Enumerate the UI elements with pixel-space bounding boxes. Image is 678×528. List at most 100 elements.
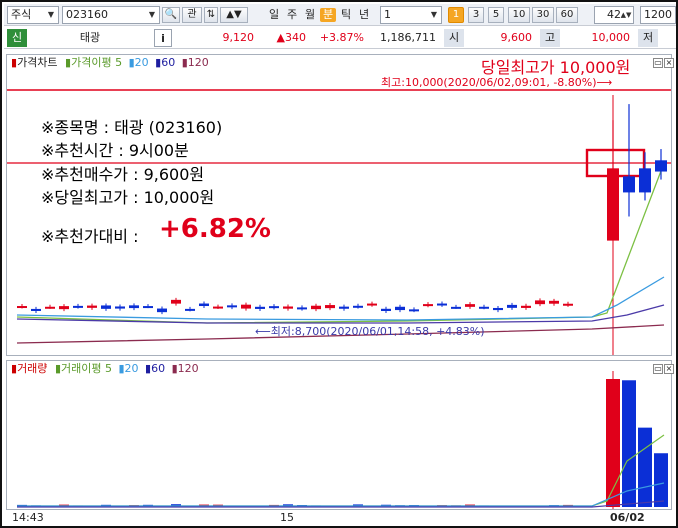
volume-value: 1,186,711 <box>380 31 436 44</box>
max-count-value: 1200 <box>644 8 672 21</box>
volume-chart-panel: ▮거래량 ▮거래이평 5 ▮20 ▮60 ▮120 ▭ × <box>6 360 674 510</box>
candle-body <box>607 168 619 241</box>
code-input[interactable]: 023160 ▼ <box>62 6 160 24</box>
count-stepper-value: 42 <box>607 8 621 21</box>
minute-1-button[interactable]: 1 <box>448 7 464 23</box>
price-change: ▲340 <box>276 31 306 44</box>
high-label: 고 <box>540 29 560 47</box>
minute-5-button[interactable]: 5 <box>488 7 504 23</box>
history-candle <box>101 305 111 309</box>
market-select[interactable]: 주식 ▼ <box>7 6 59 24</box>
history-candle <box>325 305 335 309</box>
open-label: 시 <box>444 29 464 47</box>
search-icon[interactable]: 🔍 <box>162 7 180 23</box>
volume-chart-svg <box>17 371 668 509</box>
history-candle <box>409 309 419 312</box>
current-price: 9,120 <box>222 31 255 44</box>
minute-3-button[interactable]: 3 <box>468 7 484 23</box>
history-candle <box>255 306 265 309</box>
kwan-button[interactable]: 관 <box>182 7 202 23</box>
period-year[interactable]: 년 <box>356 8 372 22</box>
chevron-down-icon: ▼ <box>47 10 55 19</box>
info-time-line: ※추천시간 : 9시00분 <box>41 141 189 160</box>
history-candle <box>297 307 307 310</box>
history-candle <box>73 305 83 308</box>
volume-bars <box>17 379 668 507</box>
history-candle <box>423 304 433 307</box>
stock-name: 태광 <box>79 31 101 44</box>
history-candle <box>283 306 293 309</box>
history-candle <box>17 306 27 309</box>
history-candle <box>143 306 153 309</box>
volume-bar <box>638 427 652 507</box>
minute-60-button[interactable]: 60 <box>556 7 578 23</box>
interval-select-value: 1 <box>384 8 391 21</box>
period-week[interactable]: 주 <box>284 8 300 22</box>
interval-select[interactable]: 1 ▼ <box>380 6 442 24</box>
candle-body <box>623 176 635 193</box>
period-day[interactable]: 일 <box>266 8 282 22</box>
history-candle <box>59 306 69 310</box>
history-candle <box>353 305 363 308</box>
period-minute[interactable]: 분 <box>320 8 336 22</box>
stepper-icon: ▲▼ <box>620 11 632 19</box>
max-count-field[interactable]: 1200 <box>640 6 676 24</box>
history-candle <box>129 305 139 309</box>
history-candle <box>339 306 349 309</box>
history-candle <box>507 304 517 308</box>
candle-body <box>639 168 651 193</box>
history-candle <box>45 306 55 309</box>
ma20-line <box>16 276 665 321</box>
history-candle <box>521 305 531 308</box>
history-candle <box>437 303 447 306</box>
period-tick[interactable]: 틱 <box>338 8 354 22</box>
info-name-line: ※종목명 : 태광 (023160) <box>41 118 223 137</box>
stepper-arrows[interactable]: ▲▼ <box>220 7 248 23</box>
info-button[interactable]: i <box>154 29 172 47</box>
history-candle <box>31 308 41 311</box>
open-price: 9,600 <box>500 31 533 44</box>
info-ratio-value: +6.82% <box>159 214 271 244</box>
history-candle <box>479 306 489 309</box>
quote-strip: 신 태광 i 9,120 ▲340 +3.87% 1,186,711 시 9,6… <box>4 27 676 49</box>
vma20-line <box>17 482 665 507</box>
chevron-up-down-icon[interactable]: ⇅ <box>204 7 218 23</box>
high-price: 10,000 <box>591 31 631 44</box>
history-candle <box>451 306 461 309</box>
minute-10-button[interactable]: 10 <box>508 7 530 23</box>
volume-ma-lines <box>17 434 665 508</box>
history-candles <box>17 297 573 315</box>
vma5-line <box>17 434 665 507</box>
low-price <box>660 29 676 47</box>
history-candle <box>381 308 391 312</box>
count-stepper[interactable]: 42 ▲▼ <box>594 6 634 24</box>
history-candle <box>241 304 251 309</box>
chevron-down-icon: ▼ <box>430 10 438 19</box>
history-candle <box>115 306 125 309</box>
history-candle <box>213 306 223 309</box>
x-tick-label: 06/02 <box>610 511 645 524</box>
chevron-down-icon: ▼ <box>148 10 156 19</box>
history-candle <box>227 305 237 308</box>
info-high-line: ※당일최고가 : 10,000원 <box>41 188 215 207</box>
history-candle <box>199 303 209 307</box>
history-candle <box>535 300 545 305</box>
period-month[interactable]: 월 <box>302 8 318 22</box>
x-tick-label: 15 <box>280 511 294 524</box>
info-buy-line: ※추천매수가 : 9,600원 <box>41 165 205 184</box>
toolbar: 주식 ▼ 023160 ▼ 🔍 관 ⇅ ▲▼ 일 주 월 분 틱 년 1 ▼ 1… <box>4 4 676 26</box>
chart-window: 주식 ▼ 023160 ▼ 🔍 관 ⇅ ▲▼ 일 주 월 분 틱 년 1 ▼ 1… <box>0 0 678 528</box>
candle-body <box>655 160 667 172</box>
new-badge: 신 <box>7 29 27 47</box>
history-candle <box>87 305 97 308</box>
price-chart-panel: ▮가격차트 ▮가격이평 5 ▮20 ▮60 ▮120 ▭ × 당일최고가 10,… <box>6 54 674 356</box>
change-percent: +3.87% <box>319 31 364 44</box>
x-axis: 14:43 15 06/02 <box>6 510 672 526</box>
history-candle <box>367 303 377 306</box>
volume-bar <box>622 380 636 507</box>
market-select-value: 주식 <box>11 8 32 21</box>
minute-30-button[interactable]: 30 <box>532 7 554 23</box>
low-annotation: ⟵최저:8,700(2020/06/01,14:58, +4.83%) <box>255 325 485 338</box>
history-candle <box>563 303 573 306</box>
history-candle <box>171 299 181 304</box>
